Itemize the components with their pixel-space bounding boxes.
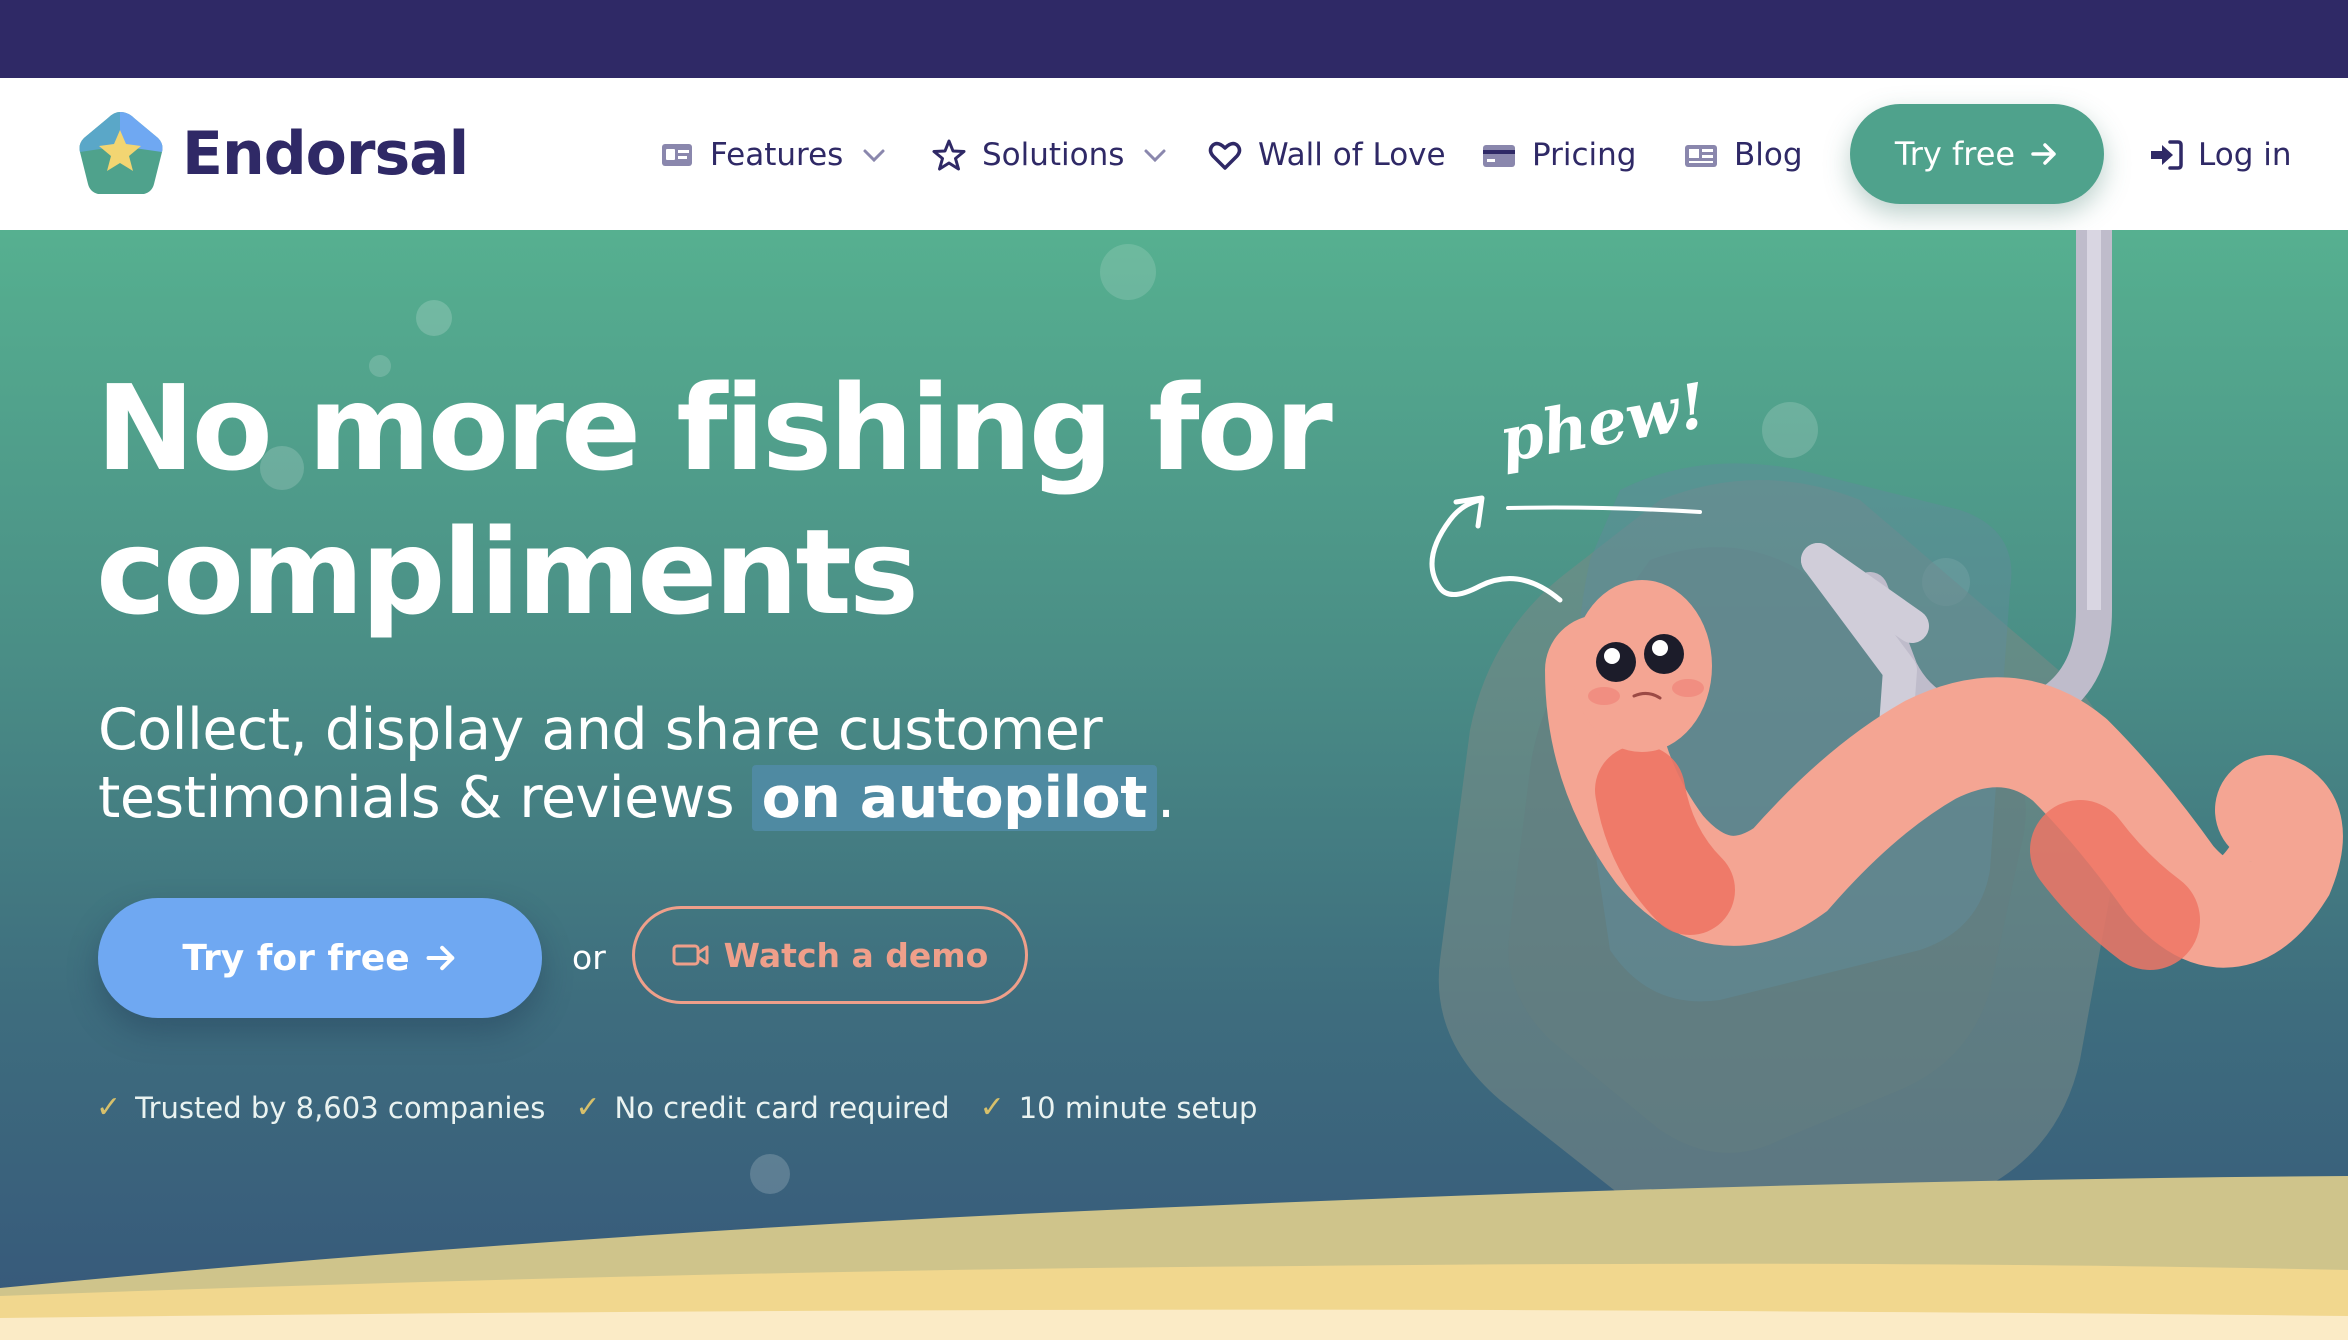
sign-in-icon — [2151, 140, 2183, 170]
try-free-label: Try free — [1894, 135, 2016, 173]
announcement-bar — [0, 0, 2348, 78]
nav-label: Solutions — [982, 137, 1125, 173]
checkmark-icon: ✓ — [979, 1090, 1005, 1125]
nav-item-blog[interactable]: Blog — [1684, 128, 1803, 182]
nav-label: Features — [710, 137, 844, 173]
heart-icon — [1208, 141, 1242, 170]
chevron-down-icon — [863, 149, 885, 163]
nav-label: Pricing — [1532, 137, 1637, 173]
headline-line-2: compliments — [96, 503, 919, 641]
arrow-right-icon — [2031, 143, 2056, 165]
watch-demo-button[interactable]: Watch a demo — [632, 906, 1028, 1004]
star-icon — [932, 139, 966, 171]
demo-label: Watch a demo — [723, 935, 989, 975]
try-free-button[interactable]: Try free — [1850, 104, 2104, 204]
checkmark-icon: ✓ — [96, 1090, 122, 1125]
phew-caption: phew! — [1494, 369, 1712, 477]
nav-item-pricing[interactable]: Pricing — [1482, 128, 1637, 182]
nav-label: Blog — [1734, 137, 1803, 173]
hero-headline: No more fishing for compliments — [96, 356, 1416, 644]
checkmark-icon: ✓ — [575, 1090, 601, 1125]
star-logo-icon — [79, 112, 163, 194]
nav-item-features[interactable]: Features — [660, 128, 887, 182]
chevron-down-icon — [1144, 149, 1166, 163]
or-separator: or — [572, 938, 606, 977]
checklist-item: ✓ No credit card required — [575, 1090, 949, 1125]
curly-arrow-decoration — [1429, 495, 1563, 603]
newspaper-icon — [1685, 145, 1717, 167]
login-label: Log in — [2198, 137, 2292, 173]
id-card-icon — [662, 144, 692, 166]
sub-line-1: Collect, display and share customer — [98, 697, 1103, 763]
sub-suffix: . — [1156, 765, 1175, 831]
credit-card-icon — [1483, 145, 1515, 167]
checklist-label: No credit card required — [614, 1090, 950, 1125]
cta-label: Try for free — [182, 937, 410, 979]
video-camera-icon — [672, 944, 709, 966]
checklist-label: Trusted by 8,603 companies — [135, 1090, 546, 1125]
headline-line-1: No more fishing for — [96, 359, 1333, 497]
trust-checklist: ✓ Trusted by 8,603 companies ✓ No credit… — [96, 1090, 1257, 1125]
login-link[interactable]: Log in — [2148, 128, 2291, 182]
autopilot-highlight: on autopilot — [751, 765, 1157, 831]
arrow-right-icon — [426, 945, 454, 971]
nav-item-wall-of-love[interactable]: Wall of Love — [1208, 128, 1446, 182]
try-for-free-button[interactable]: Try for free — [98, 898, 542, 1018]
hero-subheadline: Collect, display and share customer test… — [98, 696, 1198, 832]
brand-name: Endorsal — [182, 119, 469, 189]
brand-logo[interactable]: Endorsal — [72, 106, 469, 202]
nav-label: Wall of Love — [1258, 137, 1446, 173]
checklist-item: ✓ Trusted by 8,603 companies — [96, 1090, 545, 1125]
checklist-item: ✓ 10 minute setup — [980, 1090, 1258, 1125]
sub-line-2: testimonials & reviews — [98, 765, 735, 831]
hero-section: phew! No more fishing for compliments Co… — [0, 230, 2348, 1340]
main-nav: Endorsal Features Solutions Wall of Love… — [0, 78, 2348, 230]
checklist-label: 10 minute setup — [1018, 1090, 1258, 1125]
sand-floor — [0, 1176, 2348, 1340]
nav-item-solutions[interactable]: Solutions — [932, 128, 1168, 182]
